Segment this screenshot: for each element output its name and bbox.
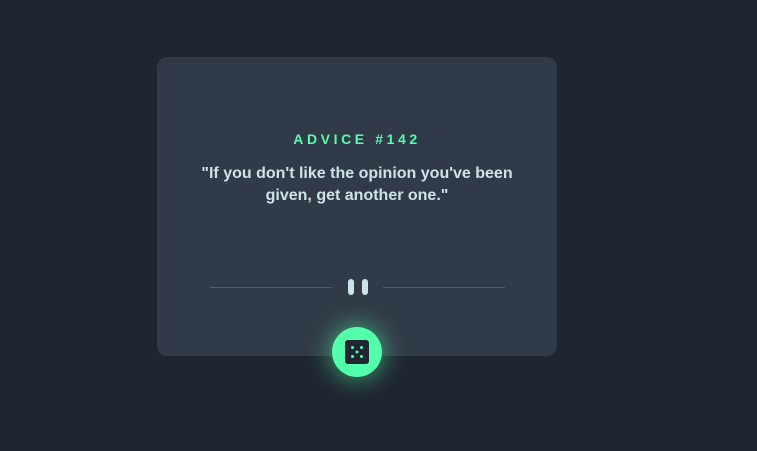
advice-quote: "If you don't like the opinion you've be… [201,165,513,204]
page: ADVICE #142 "If you don't like the opini… [0,0,757,451]
pause-bar [348,279,354,295]
divider [210,279,505,295]
dice-icon [345,340,369,364]
pause-bar [362,279,368,295]
advice-id: ADVICE #142 [293,131,421,147]
divider-line-left [210,286,332,288]
dice-button[interactable] [332,327,382,377]
divider-line-right [383,286,505,288]
advice-card: ADVICE #142 "If you don't like the opini… [157,57,557,356]
